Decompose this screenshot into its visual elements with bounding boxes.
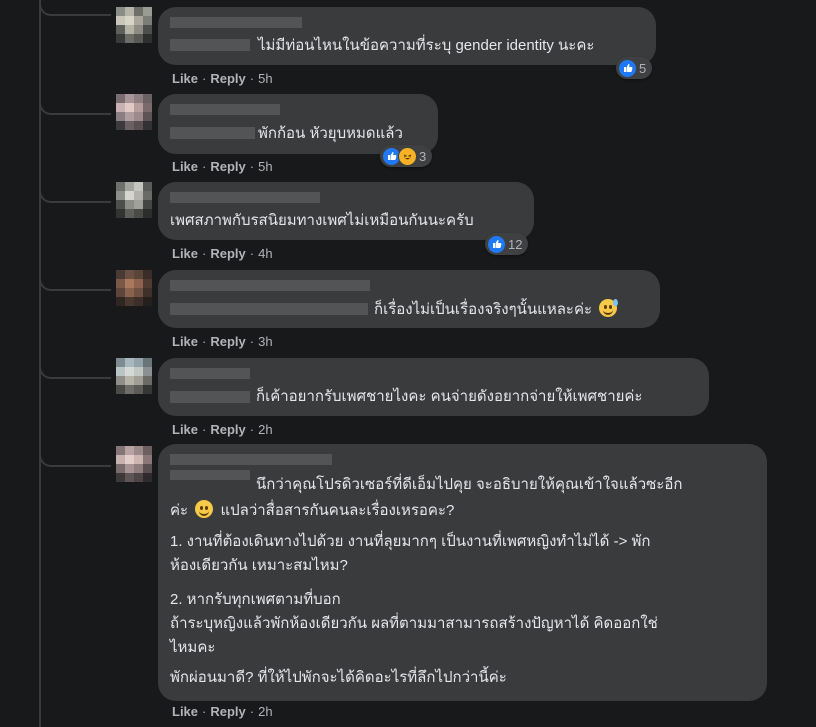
- comment-text: พักก้อน หัวยุบหมดแล้ว: [258, 125, 403, 142]
- like-link[interactable]: Like: [172, 334, 198, 349]
- reaction-summary[interactable]: 3: [380, 145, 433, 167]
- comment-paragraph: พักผ่อนมาดี? ที่ให้ไปพักจะได้คิดอะไรที่ล…: [170, 669, 507, 686]
- avatar[interactable]: [116, 94, 152, 130]
- sweat-smile-emoji-icon: [599, 299, 619, 317]
- reply-link[interactable]: Reply: [210, 422, 245, 437]
- timestamp[interactable]: 2h: [258, 704, 272, 719]
- reply-link[interactable]: Reply: [210, 71, 245, 86]
- comment-text: ค่ะ แปลว่าสื่อสารกันคนละเรื่องเหรอคะ?: [170, 500, 455, 519]
- avatar[interactable]: [116, 270, 152, 306]
- timestamp[interactable]: 2h: [258, 422, 272, 437]
- timestamp[interactable]: 4h: [258, 246, 272, 261]
- comment-bubble: ก็เรื่องไม่เป็นเรื่องจริงๆนั้นแหละค่ะ: [158, 270, 660, 328]
- like-icon: [487, 234, 506, 254]
- text-blur: [170, 127, 255, 139]
- reply-connector: [39, 179, 111, 203]
- comment-bubble: นึกว่าคุณโปรดิวเซอร์ที่ดีเอ็มไปคุย จะอธิ…: [158, 444, 767, 701]
- reaction-summary[interactable]: 12: [485, 233, 529, 255]
- comment-paragraph: 1. งานที่ต้องเดินทางไปด้วย งานที่ลุยมากๆ…: [170, 533, 651, 574]
- smile-emoji-icon: [195, 500, 214, 518]
- avatar[interactable]: [116, 358, 152, 394]
- name-blur: [170, 368, 250, 379]
- like-link[interactable]: Like: [172, 422, 198, 437]
- comment-paragraph: 2. หากรับทุกเพศตามที่บอก ถ้าระบุหญิงแล้ว…: [170, 591, 658, 656]
- comment-actions: Like · Reply · 5h: [172, 159, 273, 174]
- comment-text: ก็เค้าอยากรับเพศชายไงคะ คนจ่ายดังอยากจ่า…: [256, 388, 643, 405]
- reaction-summary[interactable]: 5: [616, 57, 653, 79]
- reply-link[interactable]: Reply: [210, 334, 245, 349]
- comment-text: นึกว่าคุณโปรดิวเซอร์ที่ดีเอ็มไปคุย จะอธิ…: [256, 476, 683, 493]
- avatar[interactable]: [116, 182, 152, 218]
- text-blur: [170, 303, 368, 315]
- comment-text: ไม่มีท่อนไหนในข้อความที่ระบุ gender iden…: [258, 37, 595, 54]
- like-link[interactable]: Like: [172, 71, 198, 86]
- name-blur: [170, 104, 280, 115]
- timestamp[interactable]: 3h: [258, 334, 272, 349]
- reply-link[interactable]: Reply: [210, 159, 245, 174]
- reaction-count: 12: [508, 236, 523, 252]
- reply-connector: [39, 355, 111, 379]
- reaction-count: 3: [419, 148, 427, 164]
- comment-actions: Like · Reply · 2h: [172, 704, 273, 719]
- like-link[interactable]: Like: [172, 704, 198, 719]
- timestamp[interactable]: 5h: [258, 71, 272, 86]
- haha-icon: [398, 146, 417, 166]
- like-link[interactable]: Like: [172, 246, 198, 261]
- like-link[interactable]: Like: [172, 159, 198, 174]
- reply-connector: [39, 91, 111, 115]
- text-blur: [170, 391, 250, 403]
- comment-actions: Like · Reply · 2h: [172, 422, 273, 437]
- reply-link[interactable]: Reply: [210, 246, 245, 261]
- like-icon: [618, 58, 637, 78]
- reply-link[interactable]: Reply: [210, 704, 245, 719]
- comment-bubble: ก็เค้าอยากรับเพศชายไงคะ คนจ่ายดังอยากจ่า…: [158, 358, 709, 416]
- name-blur: [170, 454, 332, 465]
- comment-actions: Like · Reply · 3h: [172, 334, 273, 349]
- avatar[interactable]: [116, 446, 152, 482]
- text-blur: [170, 39, 250, 51]
- reply-connector: [39, 443, 111, 467]
- name-blur: [170, 192, 320, 203]
- comment-bubble: ไม่มีท่อนไหนในข้อความที่ระบุ gender iden…: [158, 7, 656, 65]
- reply-connector: [39, 0, 111, 16]
- comment-actions: Like · Reply · 5h: [172, 71, 273, 86]
- comment-text: ก็เรื่องไม่เป็นเรื่องจริงๆนั้นแหละค่ะ: [374, 299, 620, 320]
- comment-text: เพศสภาพกับรสนิยมทางเพศไม่เหมือนกันนะครับ: [170, 212, 474, 229]
- timestamp[interactable]: 5h: [258, 159, 272, 174]
- avatar[interactable]: [116, 7, 152, 43]
- reaction-count: 5: [639, 60, 647, 76]
- comment-bubble: เพศสภาพกับรสนิยมทางเพศไม่เหมือนกันนะครับ: [158, 182, 534, 240]
- name-blur: [170, 17, 302, 28]
- name-blur: [170, 280, 370, 291]
- comment-actions: Like · Reply · 4h: [172, 246, 273, 261]
- text-blur: [170, 470, 250, 480]
- reply-connector: [39, 267, 111, 291]
